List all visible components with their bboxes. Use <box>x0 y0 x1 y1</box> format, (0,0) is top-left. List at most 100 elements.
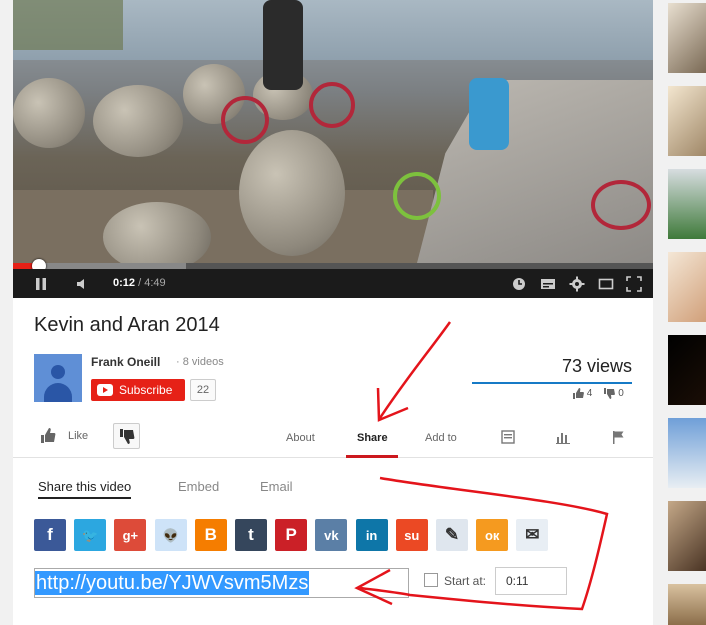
video-scene-rock <box>13 78 85 148</box>
video-player[interactable]: 0:12 / 4:49 <box>13 0 653 298</box>
video-scene-bike-wheel <box>221 96 269 144</box>
like-label: Like <box>68 430 89 442</box>
facebook-share-button[interactable]: f <box>34 519 66 551</box>
pinterest-share-button[interactable]: P <box>275 519 308 551</box>
video-scene-ground <box>13 190 433 263</box>
volume-icon[interactable] <box>75 276 91 292</box>
video-scene-bike-wheel <box>591 180 651 230</box>
facebook-icon: f <box>47 525 53 544</box>
time-separator: / <box>135 277 145 289</box>
related-video-thumbnail[interactable] <box>668 335 706 405</box>
google-plus-share-button[interactable]: g+ <box>114 519 147 551</box>
thumbs-up-icon <box>41 428 56 443</box>
livejournal-share-button[interactable]: ✎ <box>436 519 468 551</box>
time-total: 4:49 <box>144 277 166 289</box>
related-video-thumbnail[interactable] <box>668 86 706 156</box>
start-at-checkbox[interactable] <box>424 573 438 587</box>
avatar-head-shape <box>51 365 65 379</box>
odnoklassniki-share-button[interactable]: ок <box>476 519 509 551</box>
dislike-count: 0 <box>618 388 624 400</box>
channel-video-count: · 8 videos <box>176 356 224 368</box>
vk-icon: vk <box>324 528 339 543</box>
player-controls: 0:12 / 4:49 <box>13 269 653 298</box>
stumbleupon-icon: su <box>404 528 420 543</box>
thumbs-down-icon <box>120 429 135 444</box>
settings-icon[interactable] <box>569 276 585 292</box>
share-tab-email[interactable]: Email <box>260 479 293 494</box>
subscribe-button[interactable]: Subscribe <box>91 379 185 401</box>
dislike-button[interactable] <box>113 423 140 449</box>
reddit-share-button[interactable]: 👽 <box>154 519 187 551</box>
tumblr-share-button[interactable]: t <box>235 519 267 551</box>
tab-add-to[interactable]: Add to <box>425 432 457 444</box>
tumblr-icon: t <box>248 525 254 544</box>
share-tab-embed[interactable]: Embed <box>178 479 219 494</box>
related-video-thumbnail[interactable] <box>668 501 706 571</box>
video-count-text: 8 videos <box>182 356 224 368</box>
livejournal-icon: ✎ <box>444 525 460 544</box>
related-video-thumbnail[interactable] <box>668 584 706 625</box>
related-video-thumbnail[interactable] <box>668 169 706 239</box>
theater-mode-icon[interactable] <box>598 276 614 292</box>
fullscreen-icon[interactable] <box>626 276 642 292</box>
transcript-icon[interactable] <box>501 430 515 444</box>
linkedin-share-button[interactable]: in <box>355 519 388 551</box>
video-scene-rock <box>93 85 183 157</box>
blogger-share-button[interactable]: B <box>194 519 227 551</box>
video-scene-bike-wheel <box>393 172 441 220</box>
linkedin-icon: in <box>365 528 378 543</box>
share-url-text[interactable]: http://youtu.be/YJWVsvm5Mzs <box>35 571 310 595</box>
like-dislike-counts: 4 0 <box>572 388 624 399</box>
share-url-field[interactable]: http://youtu.be/YJWVsvm5Mzs <box>34 568 409 598</box>
like-ratio-bar <box>472 382 632 384</box>
video-scene-bike-wheel <box>309 82 355 128</box>
tab-about[interactable]: About <box>286 432 315 444</box>
view-count: 73 views <box>561 356 632 376</box>
video-scene-grass <box>13 0 123 50</box>
watch-later-icon[interactable] <box>511 276 527 292</box>
subscriber-count: 22 <box>190 379 216 401</box>
twitter-share-button[interactable]: 🐦 <box>74 519 107 551</box>
start-at-label: Start at: <box>444 574 487 588</box>
youtube-logo-icon <box>97 384 113 396</box>
video-info-card: Kevin and Aran 2014 Frank Oneill · 8 vid… <box>13 298 653 625</box>
tab-share[interactable]: Share <box>357 432 388 444</box>
share-tab-share-this-video[interactable]: Share this video <box>38 479 132 499</box>
captions-icon[interactable] <box>540 276 556 292</box>
channel-name[interactable]: Frank Oneill <box>91 355 160 369</box>
video-frame[interactable] <box>13 0 653 263</box>
video-scene-rock <box>239 130 345 256</box>
reddit-icon: 👽 <box>162 528 179 543</box>
mixi-icon: ✉ <box>525 525 540 544</box>
vk-share-button[interactable]: vk <box>315 519 348 551</box>
start-at-time-input[interactable]: 0:11 <box>495 567 567 595</box>
video-scene-rider <box>469 78 509 150</box>
active-tab-indicator <box>346 455 398 458</box>
thumbs-up-icon <box>573 388 584 399</box>
mixi-share-button[interactable]: ✉ <box>516 519 549 551</box>
video-title: Kevin and Aran 2014 <box>34 314 220 336</box>
subscribe-label: Subscribe <box>119 383 173 397</box>
odnoklassniki-icon: ок <box>484 528 500 543</box>
video-scene-rock <box>103 202 211 263</box>
report-flag-icon[interactable] <box>611 430 625 444</box>
google-plus-icon: g+ <box>122 528 139 543</box>
time-current: 0:12 <box>113 277 136 289</box>
channel-avatar[interactable] <box>34 354 82 402</box>
time-display: 0:12 / 4:49 <box>113 277 166 289</box>
stumbleupon-share-button[interactable]: su <box>395 519 428 551</box>
action-bar: Like About Share Add to <box>13 418 653 458</box>
statistics-icon[interactable] <box>556 430 570 444</box>
twitter-icon: 🐦 <box>82 528 99 543</box>
avatar-body-shape <box>44 383 72 402</box>
like-count: 4 <box>586 388 593 400</box>
related-video-thumbnail[interactable] <box>668 3 706 73</box>
pinterest-icon: P <box>285 525 297 544</box>
related-video-thumbnail[interactable] <box>668 418 706 488</box>
related-video-thumbnail[interactable] <box>668 252 706 322</box>
thumbs-down-icon <box>604 388 616 399</box>
video-scene-rider <box>263 0 303 90</box>
blogger-icon: B <box>204 525 217 544</box>
pause-icon[interactable] <box>33 276 49 292</box>
video-scene-ramp <box>417 80 653 263</box>
